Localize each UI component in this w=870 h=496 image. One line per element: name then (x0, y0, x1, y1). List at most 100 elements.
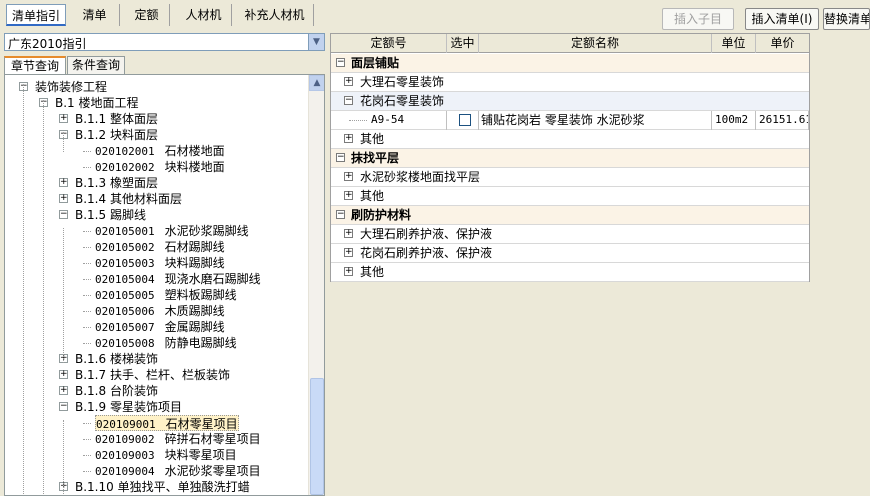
tree-item-code: 020105006 (95, 305, 155, 318)
col-unit: 单位 (712, 34, 756, 53)
tree-leaf-item[interactable]: 020109001 石材零星项目 (95, 415, 239, 431)
tree-leaf-item[interactable]: 020105006 木质踢脚线 (95, 303, 225, 319)
grid-subgroup-row[interactable]: + 水泥砂浆楼地面找平层 (331, 168, 809, 187)
tree-leaf-item[interactable]: 020102001 石材楼地面 (95, 143, 225, 159)
replace-list-button[interactable]: 替换清单 (823, 8, 870, 30)
grid-row-label: 其他 (360, 132, 385, 146)
chevron-down-icon[interactable]: ▼ (308, 34, 324, 50)
tree-connector (83, 439, 91, 440)
expand-icon[interactable]: + (59, 114, 68, 123)
collapse-icon[interactable]: − (336, 153, 345, 162)
tree-node[interactable]: B.1.8 台阶装饰 (75, 383, 158, 399)
expand-icon[interactable]: + (344, 248, 353, 257)
tree-node-label: B.1.9 零星装饰项目 (75, 400, 182, 414)
tree-node[interactable]: B.1.1 整体面层 (75, 111, 158, 127)
tree-node[interactable]: B.1 楼地面工程 (55, 95, 139, 111)
insert-child-button[interactable]: 插入子目 (662, 8, 734, 30)
grid-row-label: 大理石零星装饰 (360, 75, 445, 89)
tree-connector (349, 120, 367, 121)
left-panel: 广东2010指引 ▼ 章节查询 条件查询 − 装饰装修工程 − B.1 楼地面工程 + B… (0, 31, 327, 496)
grid-subgroup-row[interactable]: + 其他 (331, 263, 809, 282)
tree-connector (83, 327, 91, 328)
tree-leaf-item[interactable]: 020105008 防静电踢脚线 (95, 335, 237, 351)
tree-leaf-item[interactable]: 020105005 塑料板踢脚线 (95, 287, 237, 303)
insert-list-button[interactable]: 插入清单(I) (745, 8, 819, 30)
tree-leaf-item[interactable]: 020105007 金属踢脚线 (95, 319, 225, 335)
expand-icon[interactable]: + (344, 191, 353, 200)
tree-node[interactable]: B.1.6 楼梯装饰 (75, 351, 158, 367)
expand-icon[interactable]: + (344, 267, 353, 276)
tab-quota[interactable]: 定额 (124, 4, 170, 26)
scroll-up-icon[interactable]: ▲ (309, 75, 324, 91)
tab-labor-material-machine[interactable]: 人材机 (176, 4, 232, 26)
collapse-icon[interactable]: − (336, 58, 345, 67)
tree-connector (83, 343, 91, 344)
chapter-tree: − 装饰装修工程 − B.1 楼地面工程 + B.1.1 整体面层 − B.1.2 块料面层 0… (4, 74, 325, 496)
tree-node[interactable]: 装饰装修工程 (35, 79, 107, 95)
select-checkbox[interactable] (459, 114, 471, 126)
tree-leaf-item[interactable]: 020105003 块料踢脚线 (95, 255, 225, 271)
collapse-icon[interactable]: − (344, 96, 353, 105)
tree-item-code: 020105008 (95, 337, 155, 350)
grid-group-row[interactable]: − 刷防护材料 (331, 206, 809, 225)
scrollbar-thumb[interactable] (310, 378, 324, 495)
tree-leaf-item[interactable]: 020105004 现浇水磨石踢脚线 (95, 271, 261, 287)
grid-subgroup-row[interactable]: + 大理石零星装饰 (331, 73, 809, 92)
expand-icon[interactable]: + (344, 172, 353, 181)
grid-subgroup-row[interactable]: + 其他 (331, 130, 809, 149)
grid-group-row[interactable]: − 抹找平层 (331, 149, 809, 168)
expand-icon[interactable]: + (344, 229, 353, 238)
expand-icon[interactable]: + (59, 194, 68, 203)
grid-subgroup-row[interactable]: − 花岗石零星装饰 (331, 92, 809, 111)
tree-item-label: 块料楼地面 (164, 160, 225, 174)
tree-guide-line (63, 228, 64, 363)
tree-leaf-item[interactable]: 020105001 水泥砂浆踢脚线 (95, 223, 249, 239)
quota-name-cell: 铺贴花岗岩 零星装饰 水泥砂浆 (479, 111, 712, 130)
tree-leaf-item[interactable]: 020102002 块料楼地面 (95, 159, 225, 175)
tab-condition-query[interactable]: 条件查询 (67, 56, 125, 74)
tree-leaf-item[interactable]: 020109002 碎拼石材零星项目 (95, 431, 261, 447)
tree-node[interactable]: B.1.5 踢脚线 (75, 207, 146, 223)
grid-group-row[interactable]: − 面层铺贴 (331, 54, 809, 73)
tree-connector (83, 295, 91, 296)
collapse-icon[interactable]: − (336, 210, 345, 219)
expand-icon[interactable]: + (59, 386, 68, 395)
tree-scrollbar[interactable]: ▲ (308, 75, 324, 495)
tree-item-label: 石材零星项目 (165, 417, 238, 431)
expand-icon[interactable]: + (59, 370, 68, 379)
tree-node[interactable]: B.1.4 其他材料面层 (75, 191, 182, 207)
tab-chapter-query[interactable]: 章节查询 (4, 56, 66, 75)
tree-connector (83, 311, 91, 312)
grid-row-label: 花岗石刷养护液、保护液 (360, 246, 493, 260)
tree-node[interactable]: B.1.7 扶手、栏杆、栏板装饰 (75, 367, 230, 383)
tree-connector (83, 151, 91, 152)
tab-list-guide[interactable]: 清单指引 (6, 4, 66, 26)
expand-icon[interactable]: + (344, 77, 353, 86)
expand-icon[interactable]: + (344, 134, 353, 143)
tree-leaf-item[interactable]: 020105002 石材踢脚线 (95, 239, 225, 255)
guide-select[interactable]: 广东2010指引 ▼ (4, 33, 325, 51)
tree-item-label: 防静电踢脚线 (164, 336, 237, 350)
tree-item-label: 石材楼地面 (164, 144, 225, 158)
tree-node-label: B.1.7 扶手、栏杆、栏板装饰 (75, 368, 230, 382)
price-cell: 26151.61 (756, 111, 809, 130)
tree-node[interactable]: B.1.9 零星装饰项目 (75, 399, 182, 415)
grid-subgroup-row[interactable]: + 其他 (331, 187, 809, 206)
grid-subgroup-row[interactable]: + 大理石刷养护液、保护液 (331, 225, 809, 244)
tree-leaf-item[interactable]: 020109004 水泥砂浆零星项目 (95, 463, 261, 479)
collapse-icon[interactable]: − (59, 402, 68, 411)
tree-node[interactable]: B.1.10 单独找平、单独酸洗打蜡 (75, 479, 250, 495)
unit-cell: 100m2 (712, 111, 756, 130)
tree-node[interactable]: B.1.2 块料面层 (75, 127, 158, 143)
col-selected: 选中 (447, 34, 479, 53)
tree-node[interactable]: B.1.3 橡塑面层 (75, 175, 158, 191)
expand-icon[interactable]: + (59, 178, 68, 187)
tree-item-code: 020105005 (95, 289, 155, 302)
grid-subgroup-row[interactable]: + 花岗石刷养护液、保护液 (331, 244, 809, 263)
tree-leaf-item[interactable]: 020109003 块料零星项目 (95, 447, 237, 463)
tab-supplement-lmm[interactable]: 补充人材机 (236, 4, 314, 26)
tab-list[interactable]: 清单 (70, 4, 120, 26)
grid-item-row[interactable]: A9-54 铺贴花岗岩 零星装饰 水泥砂浆 100m2 26151.61 (331, 111, 809, 130)
collapse-icon[interactable]: − (59, 210, 68, 219)
quota-grid: 定额号 选中 定额名称 单位 单价 − 面层铺贴 + 大理石零星装饰 − 花岗石零星装饰 A… (330, 33, 810, 282)
